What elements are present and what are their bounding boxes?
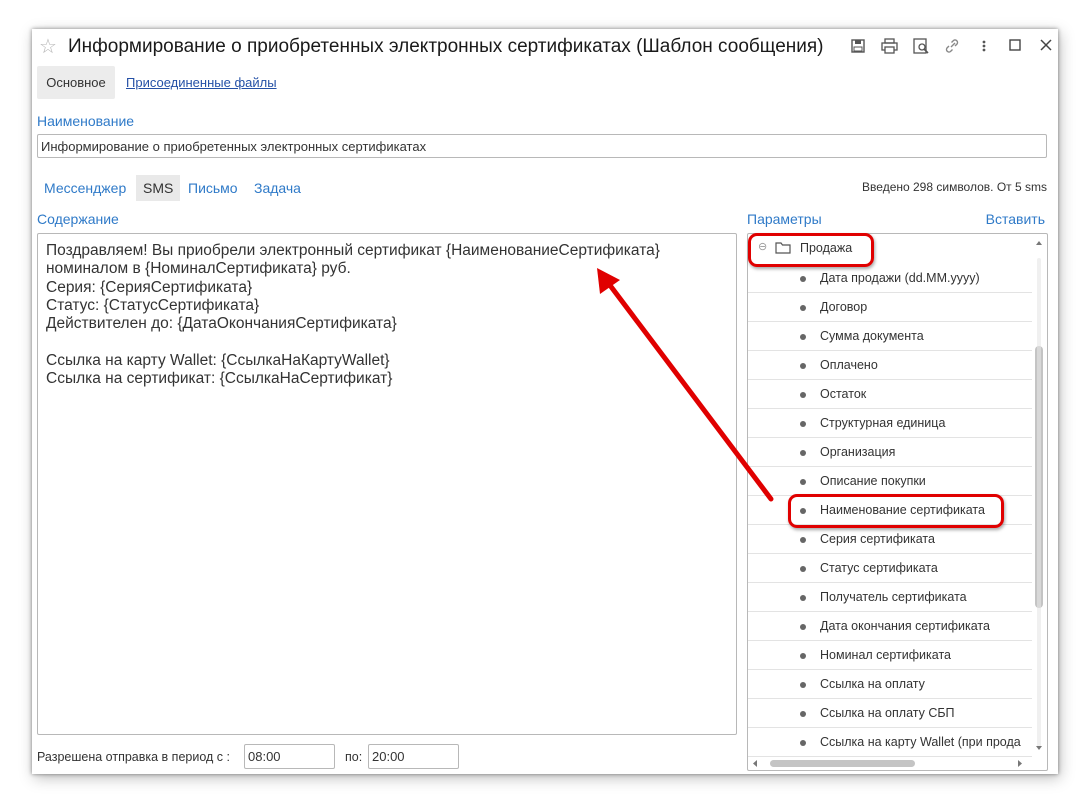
annotation-arrow-icon	[597, 268, 774, 502]
